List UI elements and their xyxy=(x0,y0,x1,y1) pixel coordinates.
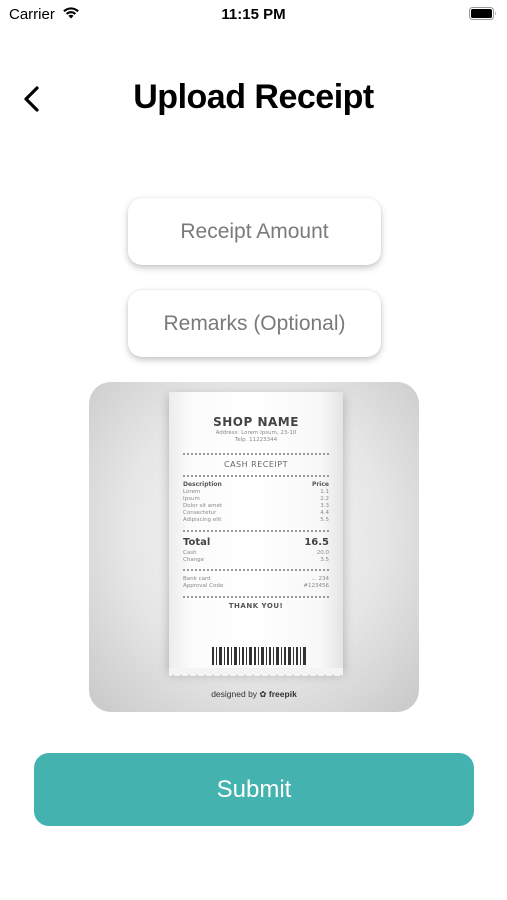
receipt-heading: CASH RECEIPT xyxy=(223,460,289,469)
receipt-approval-row: Approval Code #123456 xyxy=(183,583,329,589)
receipt-divider xyxy=(183,475,329,477)
receipt-divider xyxy=(183,453,329,455)
remarks-field[interactable] xyxy=(128,290,381,357)
status-bar: Carrier 11:15 PM xyxy=(0,0,507,28)
receipt-amount-input[interactable] xyxy=(128,198,381,265)
page-title: Upload Receipt xyxy=(133,78,374,116)
battery-icon xyxy=(469,7,496,20)
submit-button[interactable]: Submit xyxy=(34,753,474,826)
receipt-divider xyxy=(183,569,329,571)
receipt-image-preview[interactable]: SHOP NAME Address: Lorem Ipsum, 23-10 Te… xyxy=(89,382,419,712)
receipt-change-row: Change 3.5 xyxy=(183,557,329,563)
barcode-icon xyxy=(212,647,306,665)
receipt-cash-row: Cash 20.0 xyxy=(183,550,329,556)
receipt-bank-card-row: Bank card... 234 xyxy=(183,576,329,582)
status-time: 11:15 PM xyxy=(221,6,286,23)
receipt-item-row: Dolor sit amet 3.3 xyxy=(183,503,329,509)
remarks-input[interactable] xyxy=(128,290,381,357)
receipt-paper: SHOP NAME Address: Lorem Ipsum, 23-10 Te… xyxy=(169,392,343,676)
receipt-item-row: Ipsum 2.2 xyxy=(183,496,329,502)
receipt-thanks: THANK YOU! xyxy=(228,602,284,610)
receipt-divider xyxy=(183,530,329,532)
receipt-item-row: Adipiscing elit 5.5 xyxy=(183,517,329,523)
freepik-logo-icon: ✿ xyxy=(259,689,267,699)
receipt-item-row: Consectetur 4.4 xyxy=(183,510,329,516)
receipt-column-headers: Description Price xyxy=(183,481,329,488)
image-credit: designed by ✿ freepik xyxy=(211,689,297,699)
receipt-address: Address: Lorem Ipsum, 23-10 Telp. 112233… xyxy=(215,430,297,443)
receipt-total: Total 16.5 xyxy=(183,537,329,548)
receipt-shop-name: SHOP NAME xyxy=(213,415,299,429)
receipt-item-row: Lorem 1.1 xyxy=(183,489,329,495)
receipt-amount-field[interactable] xyxy=(128,198,381,265)
receipt-divider xyxy=(183,596,329,598)
